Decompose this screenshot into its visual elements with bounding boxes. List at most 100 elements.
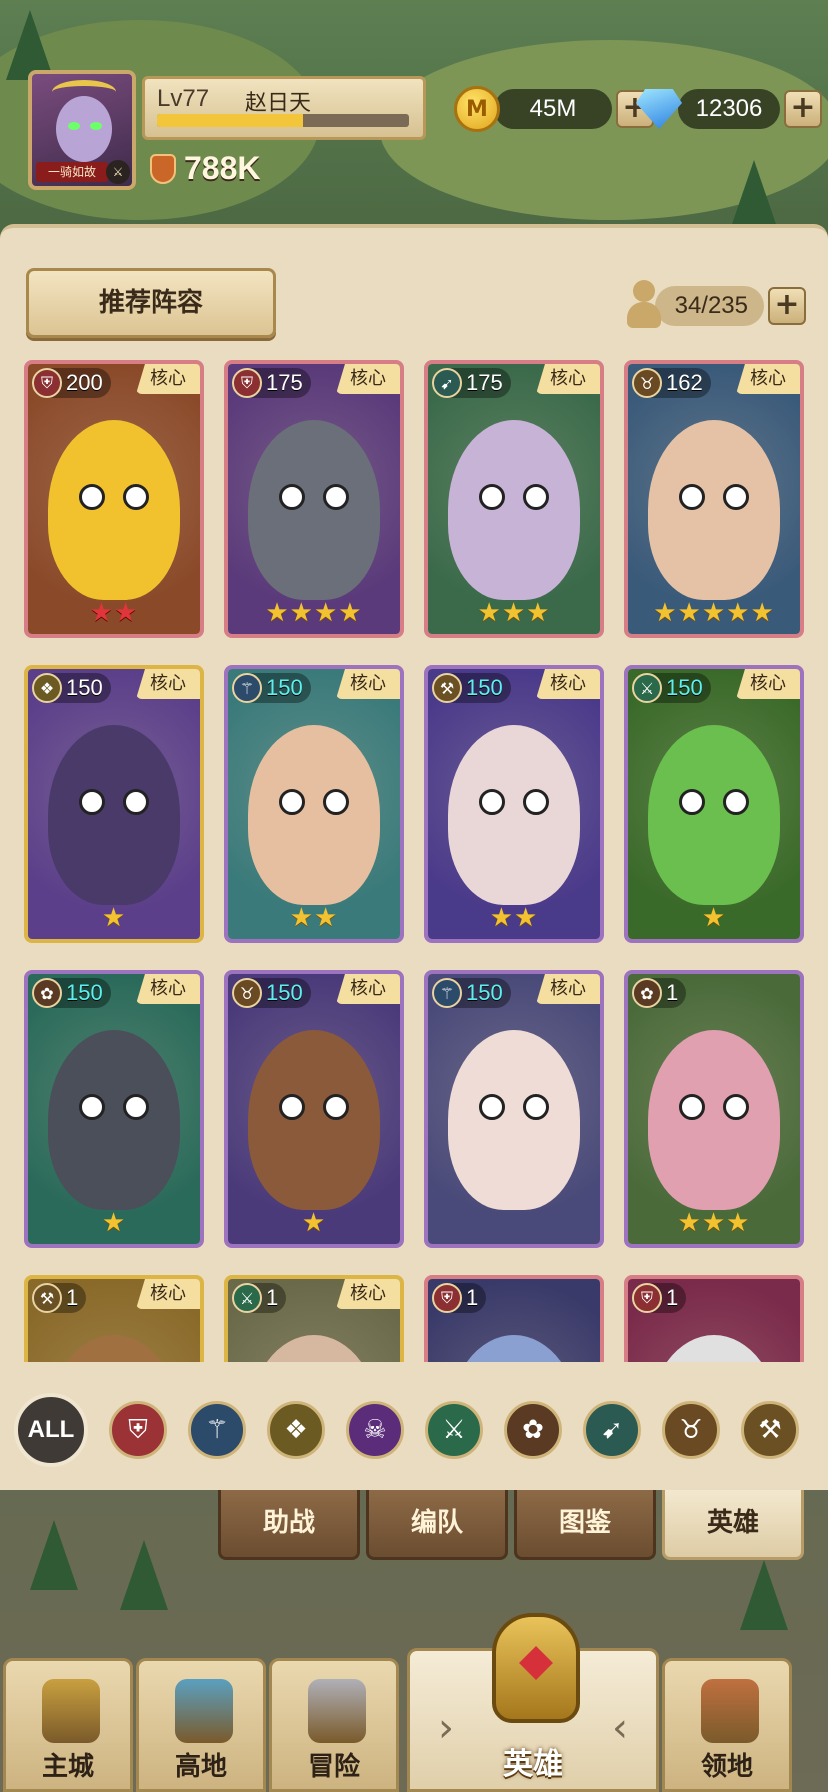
filter-staff-icon[interactable]: ⚚ <box>188 1401 246 1459</box>
core-badge: 核心 <box>736 669 800 699</box>
power-shield-icon <box>150 153 176 184</box>
subtab[interactable]: 编队 <box>366 1490 508 1560</box>
hero-card[interactable]: ⚚ 150 核心 ★★ <box>224 665 404 943</box>
hero-figure <box>448 420 580 600</box>
avatar-eye <box>90 122 102 130</box>
fountain-icon <box>175 1679 233 1743</box>
subtab[interactable]: 助战 <box>218 1490 360 1560</box>
hero-card[interactable]: ⛨ 1 <box>624 1275 804 1362</box>
banner-icon <box>701 1679 759 1743</box>
hero-figure <box>648 420 780 600</box>
filter-all-button[interactable]: ALL <box>14 1393 88 1467</box>
hero-figure <box>48 1335 180 1362</box>
xp-bar-fill <box>157 114 304 127</box>
hero-card[interactable]: ⚒ 1 核心 <box>24 1275 204 1362</box>
hero-level: 1 <box>66 1285 79 1310</box>
core-badge: 核心 <box>536 974 600 1004</box>
crossed-swords-icon <box>308 1679 366 1743</box>
hero-level-badge: ✿ 150 <box>32 978 111 1008</box>
hero-stars: ★★★★ <box>265 598 363 628</box>
hero-card[interactable]: ♉ 150 核心 ★ <box>224 970 404 1248</box>
hero-eyes <box>628 484 800 510</box>
core-badge: 核心 <box>136 364 200 394</box>
gem-value: 12306 <box>678 89 780 129</box>
hero-level-badge: ⚔ 150 <box>632 673 711 703</box>
hero-card[interactable]: ⚚ 150 核心 <box>424 970 604 1248</box>
hero-portrait <box>428 974 600 1244</box>
filter-winged-emblem-icon[interactable]: ❖ <box>267 1401 325 1459</box>
hero-subtabs: 助战 编队 图鉴 英雄 <box>218 1490 804 1560</box>
add-capacity-button[interactable]: + <box>768 287 806 325</box>
hero-level: 150 <box>266 980 303 1005</box>
avatar-face <box>56 96 112 162</box>
filter-paw-icon[interactable]: ✿ <box>504 1401 562 1459</box>
tree <box>30 1520 78 1590</box>
shield-icon: ⛨ <box>32 368 62 398</box>
hero-card[interactable]: ⚒ 150 核心 ★★ <box>424 665 604 943</box>
hero-level: 1 <box>266 1285 279 1310</box>
nav-fountain[interactable]: 高地 <box>136 1658 266 1792</box>
tree <box>120 1540 168 1610</box>
hero-level-badge: ⚚ 150 <box>432 978 511 1008</box>
hero-portrait <box>428 364 600 634</box>
filter-bow-icon[interactable]: ➹ <box>583 1401 641 1459</box>
hero-portrait <box>228 669 400 939</box>
hero-level-badge: ⚒ 150 <box>432 673 511 703</box>
subtab[interactable]: 英雄 <box>662 1490 804 1560</box>
hero-grid: ⛨ 200 核心 ★★ ⛨ 175 核心 ★★★★ ➹ 175 核心 ★★★ ♉ 162 核心 ★★★★★ ❖ 1… <box>24 360 814 1362</box>
hero-figure <box>48 1030 180 1210</box>
filter-shield-icon[interactable]: ⛨ <box>109 1401 167 1459</box>
nav-castle[interactable]: 主城 <box>3 1658 133 1792</box>
hero-level: 150 <box>466 980 503 1005</box>
gem-resource: 12306 + <box>636 86 822 132</box>
hero-level: 150 <box>466 675 503 700</box>
hero-card[interactable]: ♉ 162 核心 ★★★★★ <box>624 360 804 638</box>
hero-card[interactable]: ❖ 150 核心 ★ <box>24 665 204 943</box>
nav-crossed-swords[interactable]: 冒险 <box>269 1658 399 1792</box>
hero-level: 175 <box>466 370 503 395</box>
crossed-swords-icon: ⚔ <box>232 1283 262 1313</box>
filter-skull-icon[interactable]: ☠ <box>346 1401 404 1459</box>
hero-card[interactable]: ⛨ 175 核心 ★★★★ <box>224 360 404 638</box>
player-namebar[interactable]: Lv77 赵日天 <box>142 76 426 140</box>
hero-card[interactable]: ⛨ 1 <box>424 1275 604 1362</box>
filter-crossed-swords-icon[interactable]: ⚔ <box>425 1401 483 1459</box>
add-gems-button[interactable]: + <box>784 90 822 128</box>
hero-level: 150 <box>66 980 103 1005</box>
hero-eyes <box>428 789 600 815</box>
hero-card[interactable]: ✿ 150 核心 ★ <box>24 970 204 1248</box>
hero-card[interactable]: ⚔ 1 核心 <box>224 1275 404 1362</box>
horned-skull-icon: ♉ <box>232 978 262 1008</box>
hero-figure <box>248 1030 380 1210</box>
hero-level-badge: ⛨ 175 <box>232 368 311 398</box>
hero-card[interactable]: ✿ 1 ★★★ <box>624 970 804 1248</box>
filter-hammer-icon[interactable]: ⚒ <box>741 1401 799 1459</box>
power-value: 788K <box>184 150 261 186</box>
gold-resource: M 45M + <box>454 86 654 132</box>
hero-eyes <box>228 1094 400 1120</box>
winged-emblem-icon: ❖ <box>32 673 62 703</box>
nav-helmet[interactable]: › ‹ 英雄 <box>407 1613 659 1792</box>
core-badge: 核心 <box>136 1279 200 1309</box>
hero-card[interactable]: ➹ 175 核心 ★★★ <box>424 360 604 638</box>
subtab[interactable]: 图鉴 <box>514 1490 656 1560</box>
player-avatar[interactable]: 一骑如故 ⚔ <box>28 70 136 190</box>
hero-figure <box>648 1030 780 1210</box>
hero-level: 1 <box>666 1285 679 1310</box>
core-badge: 核心 <box>136 669 200 699</box>
hero-eyes <box>28 1094 200 1120</box>
recommend-lineup-button[interactable]: 推荐阵容 <box>26 268 276 338</box>
hero-level: 1 <box>666 980 679 1005</box>
hero-figure <box>448 725 580 905</box>
hero-card[interactable]: ⚔ 150 核心 ★ <box>624 665 804 943</box>
nav-banner[interactable]: 领地 <box>662 1658 792 1792</box>
core-badge: 核心 <box>336 974 400 1004</box>
hero-card[interactable]: ⛨ 200 核心 ★★ <box>24 360 204 638</box>
hero-stars: ★ <box>101 1208 127 1238</box>
hero-eyes <box>28 789 200 815</box>
hero-level-badge: ⚔ 1 <box>232 1283 287 1313</box>
hero-level-badge: ⛨ 1 <box>632 1283 687 1313</box>
hammer-icon: ⚒ <box>432 673 462 703</box>
filter-horned-skull-icon[interactable]: ♉ <box>662 1401 720 1459</box>
core-badge: 核心 <box>336 669 400 699</box>
